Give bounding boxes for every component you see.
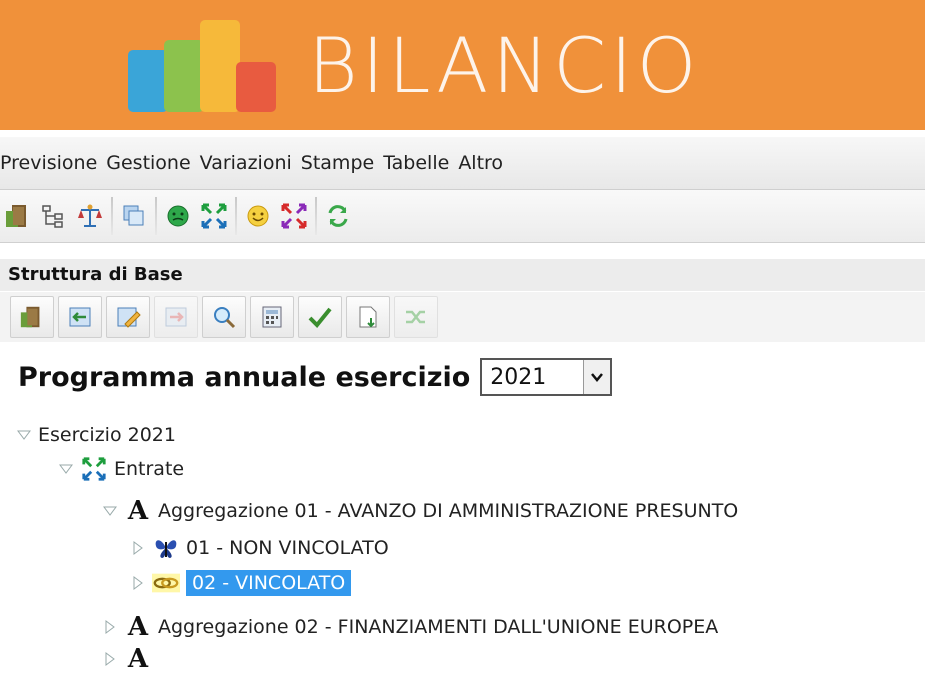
- exit-door-button[interactable]: [10, 296, 54, 338]
- edit-button[interactable]: [106, 296, 150, 338]
- copy-windows-icon[interactable]: [116, 198, 152, 234]
- tree-node-label[interactable]: Esercizio 2021: [38, 424, 176, 446]
- toolbar-separator: [235, 197, 237, 235]
- calculator-button[interactable]: [250, 296, 294, 338]
- tree-node-vincolato[interactable]: 02 - VINCOLATO: [128, 566, 352, 600]
- tree-node-entrate[interactable]: Entrate: [56, 452, 184, 486]
- export-button[interactable]: [346, 296, 390, 338]
- red-arrows-icon[interactable]: [276, 198, 312, 234]
- chain-link-icon: [152, 569, 180, 597]
- year-select-value: 2021: [490, 365, 547, 390]
- letter-a-icon: A: [127, 496, 149, 526]
- tree-node-aggregazione-02[interactable]: A Aggregazione 02 - FINANZIAMENTI DALL'U…: [100, 610, 718, 644]
- tree-toggle-expanded-icon[interactable]: [56, 464, 76, 474]
- app-banner: BILANCIO: [0, 0, 925, 130]
- tree-node-partial: A: [100, 642, 158, 676]
- menu-previsione[interactable]: Previsione: [0, 152, 102, 174]
- shuffle-button[interactable]: [394, 296, 438, 338]
- year-select[interactable]: 2021: [480, 358, 613, 396]
- program-label: Programma annuale esercizio: [18, 361, 471, 393]
- exit-door-icon[interactable]: [0, 198, 36, 234]
- tree-structure-icon[interactable]: [36, 198, 72, 234]
- tree-toggle-expanded-icon[interactable]: [14, 430, 34, 440]
- toolbar-separator: [155, 197, 157, 235]
- tree-node-label[interactable]: Entrate: [114, 458, 184, 480]
- letter-a-icon: A: [127, 644, 149, 674]
- refresh-icon[interactable]: [320, 198, 356, 234]
- menu-stampe[interactable]: Stampe: [301, 152, 379, 174]
- menu-bar: Previsione Gestione Variazioni Stampe Ta…: [0, 137, 925, 190]
- menu-altro[interactable]: Altro: [458, 152, 508, 174]
- green-arrows-icon[interactable]: [196, 198, 232, 234]
- tree-toggle-collapsed-icon[interactable]: [128, 541, 148, 555]
- green-face-icon[interactable]: [160, 198, 196, 234]
- menu-tabelle[interactable]: Tabelle: [383, 152, 454, 174]
- main-toolbar: [0, 190, 925, 243]
- tree-node-label[interactable]: Aggregazione 01 - AVANZO DI AMMINISTRAZI…: [158, 500, 738, 522]
- toolbar-separator: [111, 197, 113, 235]
- section-toolbar: [0, 292, 925, 342]
- tree-node-label[interactable]: 01 - NON VINCOLATO: [186, 537, 389, 559]
- smiley-face-icon[interactable]: [240, 198, 276, 234]
- tree-node-label-selected[interactable]: 02 - VINCOLATO: [186, 570, 352, 596]
- app-title: BILANCIO: [308, 21, 701, 110]
- tree-node-aggregazione-01[interactable]: A Aggregazione 01 - AVANZO DI AMMINISTRA…: [100, 494, 738, 528]
- butterfly-icon: [152, 534, 180, 562]
- balance-scale-icon[interactable]: [72, 198, 108, 234]
- green-arrows-icon: [80, 455, 108, 483]
- tree-toggle-collapsed-icon[interactable]: [100, 620, 120, 634]
- tree-toggle-collapsed-icon[interactable]: [128, 576, 148, 590]
- tree-toggle-expanded-icon[interactable]: [100, 506, 120, 516]
- search-button[interactable]: [202, 296, 246, 338]
- tree-node-label[interactable]: Aggregazione 02 - FINANZIAMENTI DALL'UNI…: [158, 616, 718, 638]
- back-arrow-button[interactable]: [58, 296, 102, 338]
- checkmark-button[interactable]: [298, 296, 342, 338]
- tree-node-non-vincolato[interactable]: 01 - NON VINCOLATO: [128, 531, 389, 565]
- tree-toggle-collapsed-icon: [100, 652, 120, 666]
- tree-node-esercizio[interactable]: Esercizio 2021: [14, 418, 176, 452]
- forward-button[interactable]: [154, 296, 198, 338]
- menu-variazioni[interactable]: Variazioni: [200, 152, 297, 174]
- chevron-down-icon[interactable]: [583, 360, 611, 394]
- menu-gestione[interactable]: Gestione: [106, 152, 195, 174]
- letter-a-icon: A: [127, 612, 149, 642]
- logo-icon: [128, 20, 278, 112]
- program-selector: Programma annuale esercizio 2021: [18, 356, 613, 398]
- section-title: Struttura di Base: [0, 259, 925, 291]
- toolbar-separator: [315, 197, 317, 235]
